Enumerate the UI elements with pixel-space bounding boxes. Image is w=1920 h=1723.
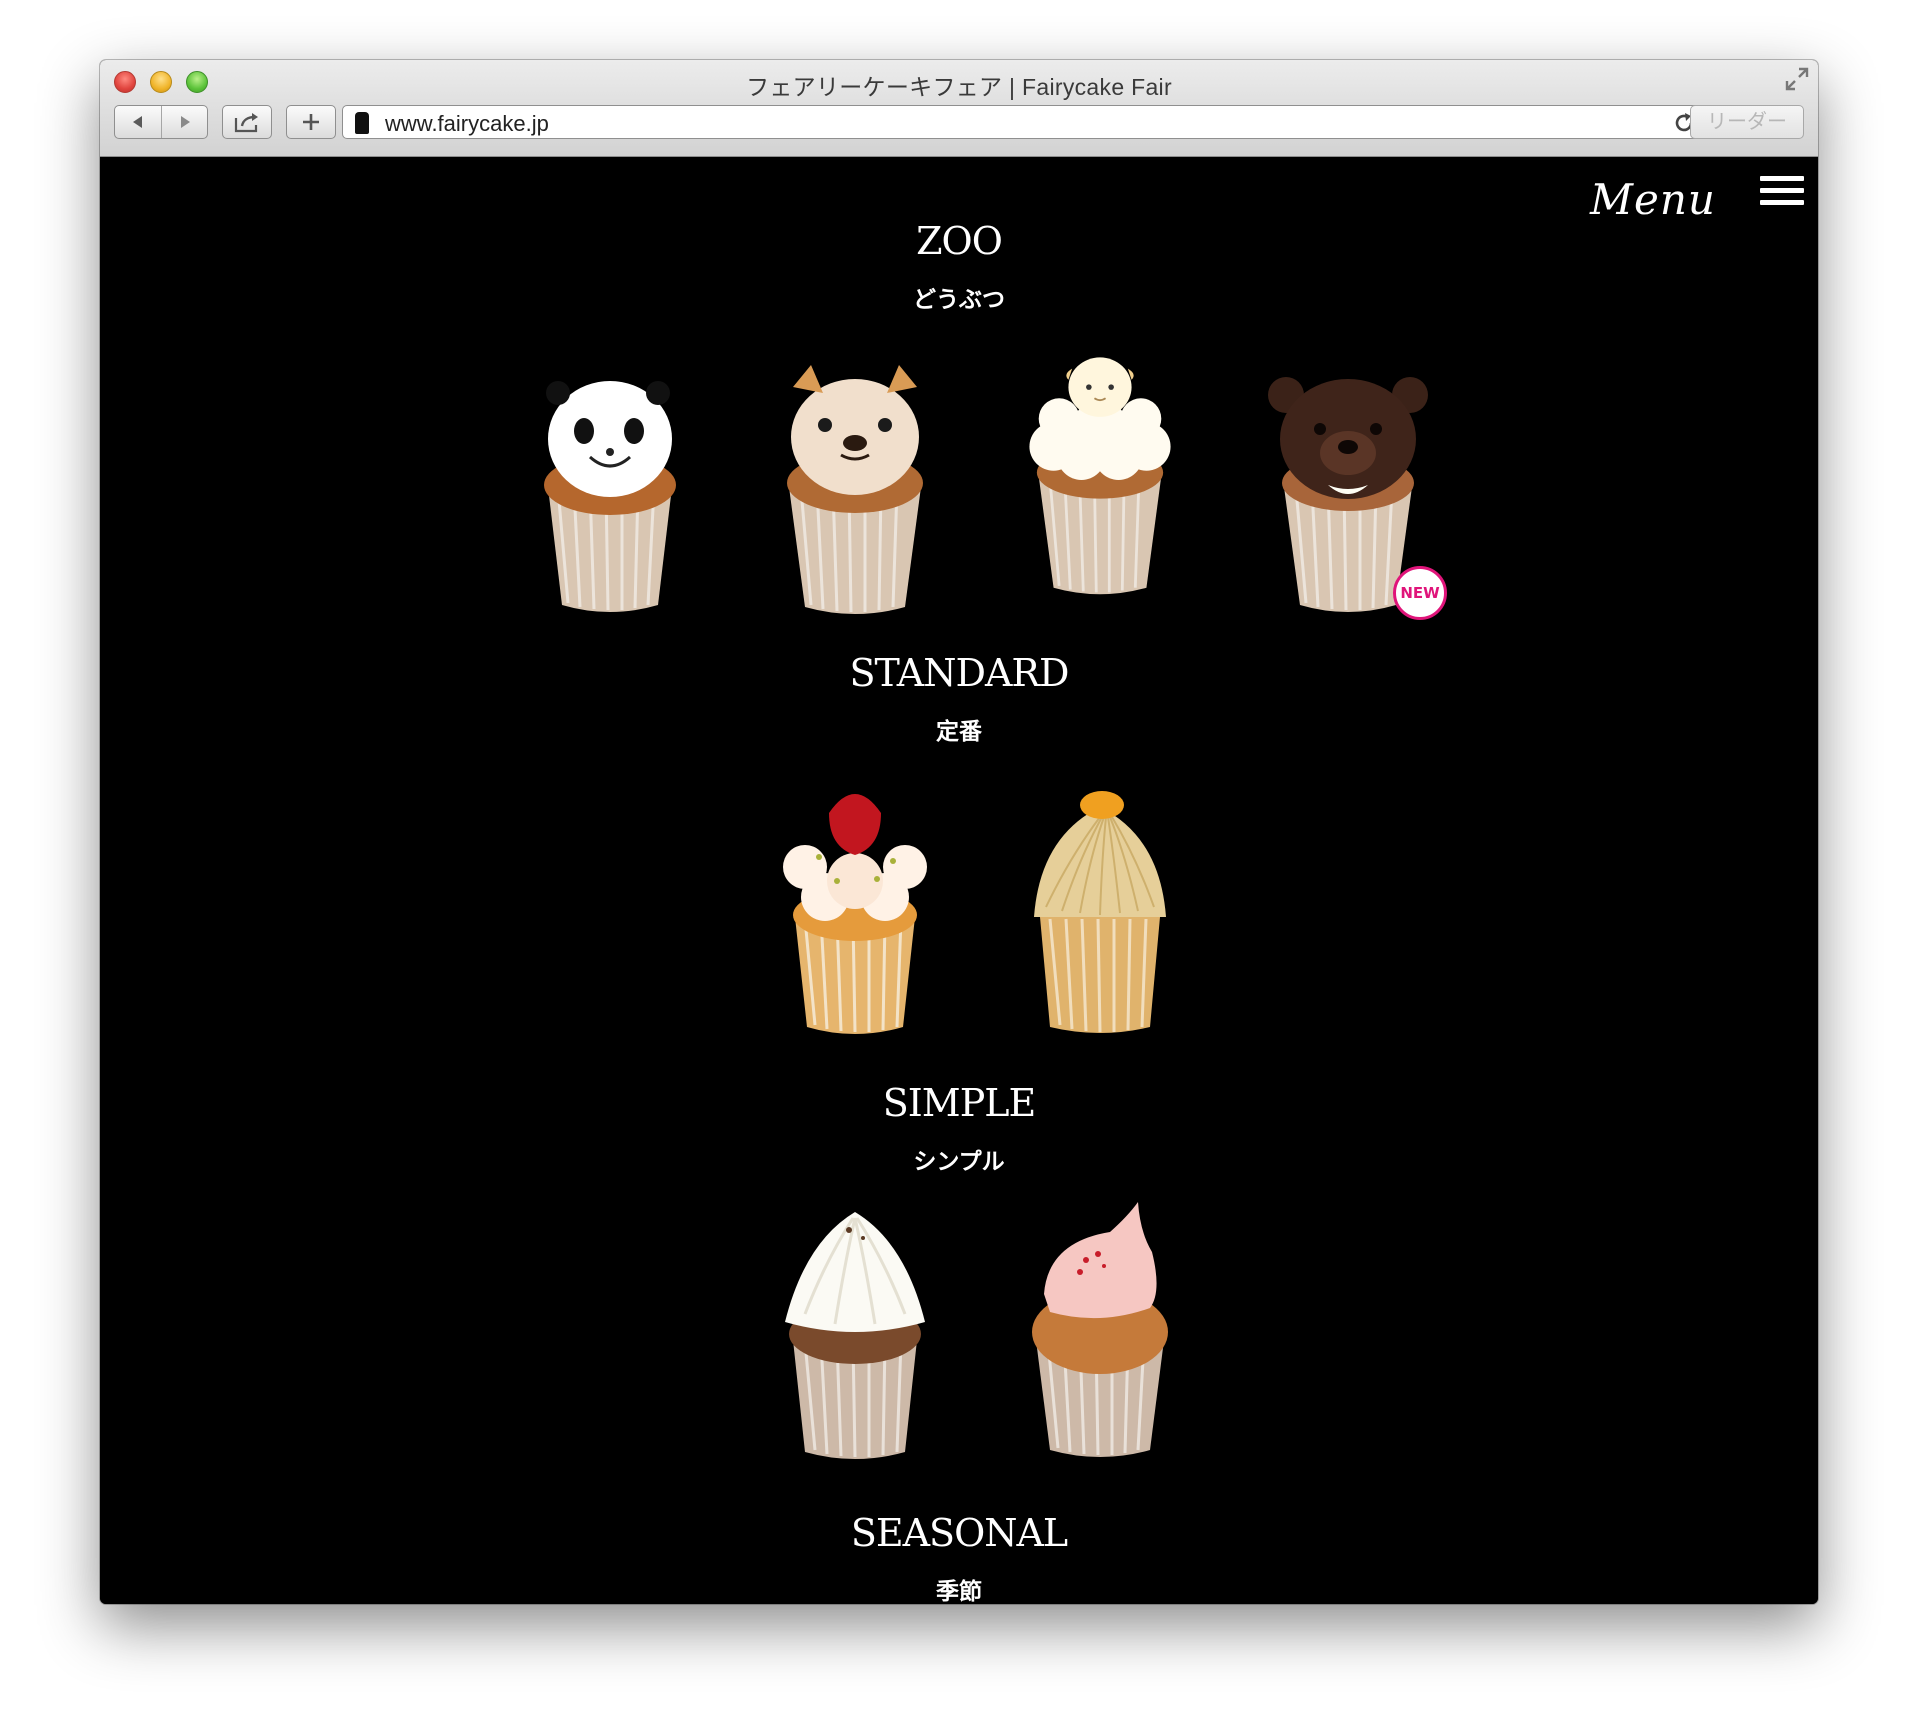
back-forward-buttons (114, 105, 208, 139)
section-subtitle-simple: シンプル (913, 1149, 1005, 1175)
web-content: Menu ZOO どうぶつ NEW STANDARD 定番 SIMPLE シンプ… (100, 157, 1818, 1604)
fullscreen-icon[interactable] (1784, 66, 1810, 92)
sheep-cupcake-image[interactable] (1010, 337, 1190, 597)
strawberry-cupcake-image[interactable] (765, 777, 945, 1037)
section-title-simple: SIMPLE (882, 1081, 1037, 1125)
share-button[interactable] (222, 105, 272, 139)
section-subtitle-zoo: どうぶつ (913, 287, 1005, 313)
browser-window: フェアリーケーキフェア | Fairycake Fair www.fairyca… (100, 60, 1818, 1604)
vanilla-cupcake-image[interactable] (765, 1202, 945, 1462)
menu-label[interactable]: Menu (1590, 175, 1716, 224)
forward-button[interactable] (162, 106, 208, 138)
mont-blanc-cupcake-image[interactable] (1010, 777, 1190, 1037)
panda-cupcake-image[interactable] (520, 357, 700, 617)
forward-arrow-icon (181, 116, 190, 128)
browser-toolbar: フェアリーケーキフェア | Fairycake Fair www.fairyca… (100, 60, 1818, 157)
window-title: フェアリーケーキフェア | Fairycake Fair (746, 74, 1172, 100)
back-arrow-icon (133, 116, 142, 128)
new-badge: NEW (1393, 566, 1447, 620)
reader-button[interactable]: リーダー (1690, 105, 1804, 139)
section-title-seasonal: SEASONAL (850, 1511, 1068, 1555)
url-text[interactable]: www.fairycake.jp (385, 111, 549, 137)
dog-cupcake-image[interactable] (765, 357, 945, 617)
section-title-zoo: ZOO (916, 219, 1003, 263)
share-icon (234, 113, 258, 133)
back-button[interactable] (115, 106, 161, 138)
section-title-standard: STANDARD (849, 651, 1070, 695)
pink-cupcake-image[interactable] (1010, 1202, 1190, 1462)
hamburger-menu-icon[interactable] (1760, 176, 1804, 210)
address-bar[interactable]: www.fairycake.jp (342, 105, 1709, 139)
site-favicon-icon (355, 112, 369, 134)
plus-icon (303, 114, 319, 130)
new-tab-button[interactable] (286, 105, 336, 139)
section-subtitle-seasonal: 季節 (936, 1579, 982, 1604)
section-subtitle-standard: 定番 (936, 719, 982, 745)
